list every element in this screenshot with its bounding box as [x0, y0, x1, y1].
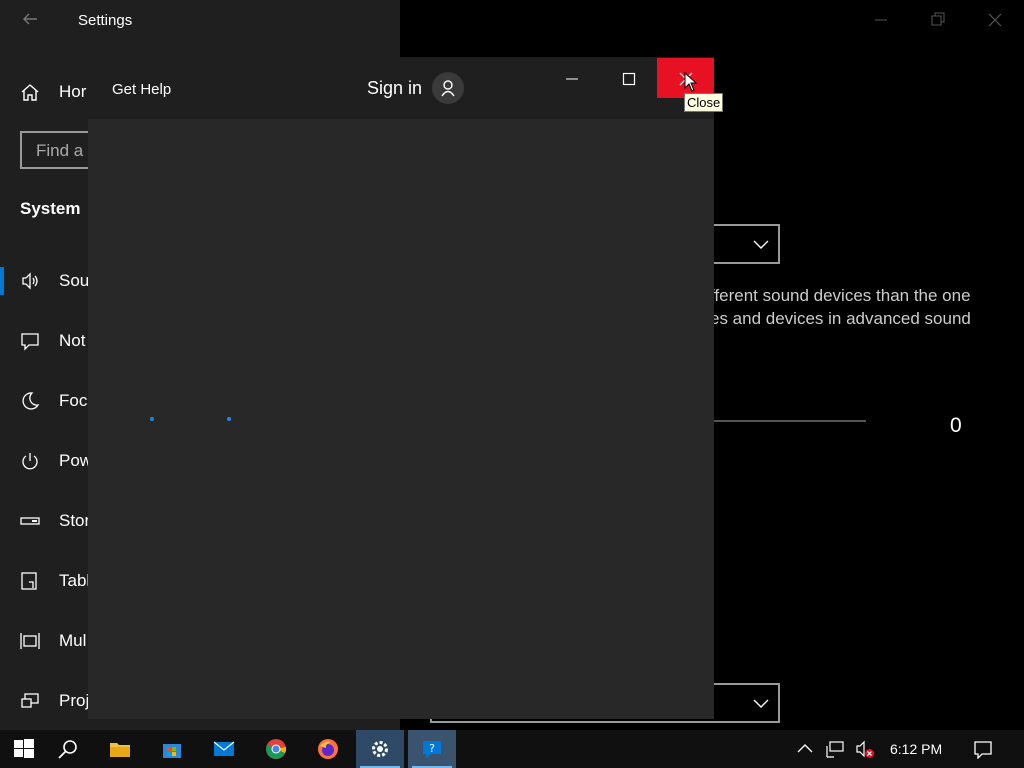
file-explorer-icon: [110, 743, 130, 757]
taskbar: ? 6:12 PM: [0, 730, 1024, 768]
section-heading: System: [20, 199, 81, 218]
nav-label: Mul: [59, 631, 87, 650]
taskbar-store[interactable]: [148, 730, 196, 768]
sign-in-button[interactable]: Sign in: [367, 78, 422, 99]
desktop: Settings Hor Find a System Sou Not Focu …: [0, 0, 1024, 768]
start-icon: [14, 739, 34, 758]
action-center-icon[interactable]: [973, 739, 993, 759]
loading-dot: [227, 417, 231, 421]
taskbar-search-button[interactable]: [44, 730, 92, 768]
multitasking-icon: [20, 633, 40, 649]
mouse-cursor-icon: [684, 72, 698, 92]
back-arrow-icon[interactable]: [20, 9, 40, 29]
search-placeholder: Find a: [36, 141, 84, 160]
get-help-title: Get Help: [112, 81, 172, 98]
power-icon: [22, 453, 38, 470]
nav-label: Proj: [59, 691, 90, 710]
taskbar-firefox[interactable]: [304, 730, 352, 768]
taskbar-file-explorer[interactable]: [96, 730, 144, 768]
project-icon: [21, 693, 39, 708]
close-tooltip: Close: [684, 93, 724, 112]
chevron-down-icon: [753, 699, 769, 708]
nav-label: Tabl: [59, 571, 91, 590]
show-hidden-icons-chevron-icon[interactable]: [795, 739, 815, 759]
volume-slider[interactable]: [714, 420, 866, 422]
get-help-maximize-button[interactable]: [600, 58, 657, 98]
chrome-icon: [266, 739, 287, 759]
store-icon: [163, 744, 181, 758]
taskbar-mail[interactable]: [200, 730, 248, 768]
selected-indicator: [0, 267, 4, 295]
volume-muted-icon[interactable]: [855, 739, 875, 759]
loading-dot: [150, 417, 154, 421]
network-icon[interactable]: [825, 739, 845, 759]
chevron-down-icon: [753, 240, 769, 249]
storage-icon: [20, 517, 40, 525]
taskbar-settings[interactable]: [356, 730, 404, 768]
avatar[interactable]: [432, 72, 464, 104]
search-icon: [58, 740, 77, 759]
maximize-icon: [622, 72, 636, 86]
sound-description: fferent sound devices than the one es an…: [710, 284, 971, 330]
start-button[interactable]: [0, 730, 48, 768]
home-icon: [21, 84, 39, 101]
svg-text:?: ?: [429, 742, 435, 755]
taskbar-chrome[interactable]: [252, 730, 300, 768]
description-line: es and devices in advanced sound: [710, 309, 971, 328]
moon-icon: [22, 392, 40, 410]
nav-label: Not: [59, 331, 86, 350]
taskbar-clock[interactable]: 6:12 PM: [890, 741, 942, 757]
restore-icon[interactable]: [926, 8, 950, 32]
nav-label: Sou: [59, 271, 90, 290]
person-icon: [441, 80, 455, 97]
settings-title: Settings: [78, 12, 133, 29]
tablet-icon: [21, 572, 37, 590]
settings-icon: [372, 741, 388, 757]
close-icon[interactable]: [983, 8, 1007, 32]
volume-value: 0: [950, 414, 962, 437]
notification-icon: [21, 333, 39, 351]
firefox-icon: [318, 739, 338, 759]
description-line: fferent sound devices than the one: [710, 286, 971, 305]
get-help-minimize-button[interactable]: [543, 58, 600, 98]
mail-icon: [213, 741, 235, 756]
get-help-window: Get Help Sign in: [88, 57, 714, 719]
speaker-icon: [22, 272, 38, 290]
minimize-icon[interactable]: [869, 8, 893, 32]
get-help-icon: ?: [423, 741, 441, 758]
get-help-titlebar: Get Help Sign in: [88, 57, 714, 119]
nav-label: Hor: [59, 82, 87, 101]
taskbar-get-help[interactable]: ?: [408, 730, 456, 768]
nav-label: Stor: [59, 511, 91, 530]
minimize-icon: [566, 78, 578, 80]
